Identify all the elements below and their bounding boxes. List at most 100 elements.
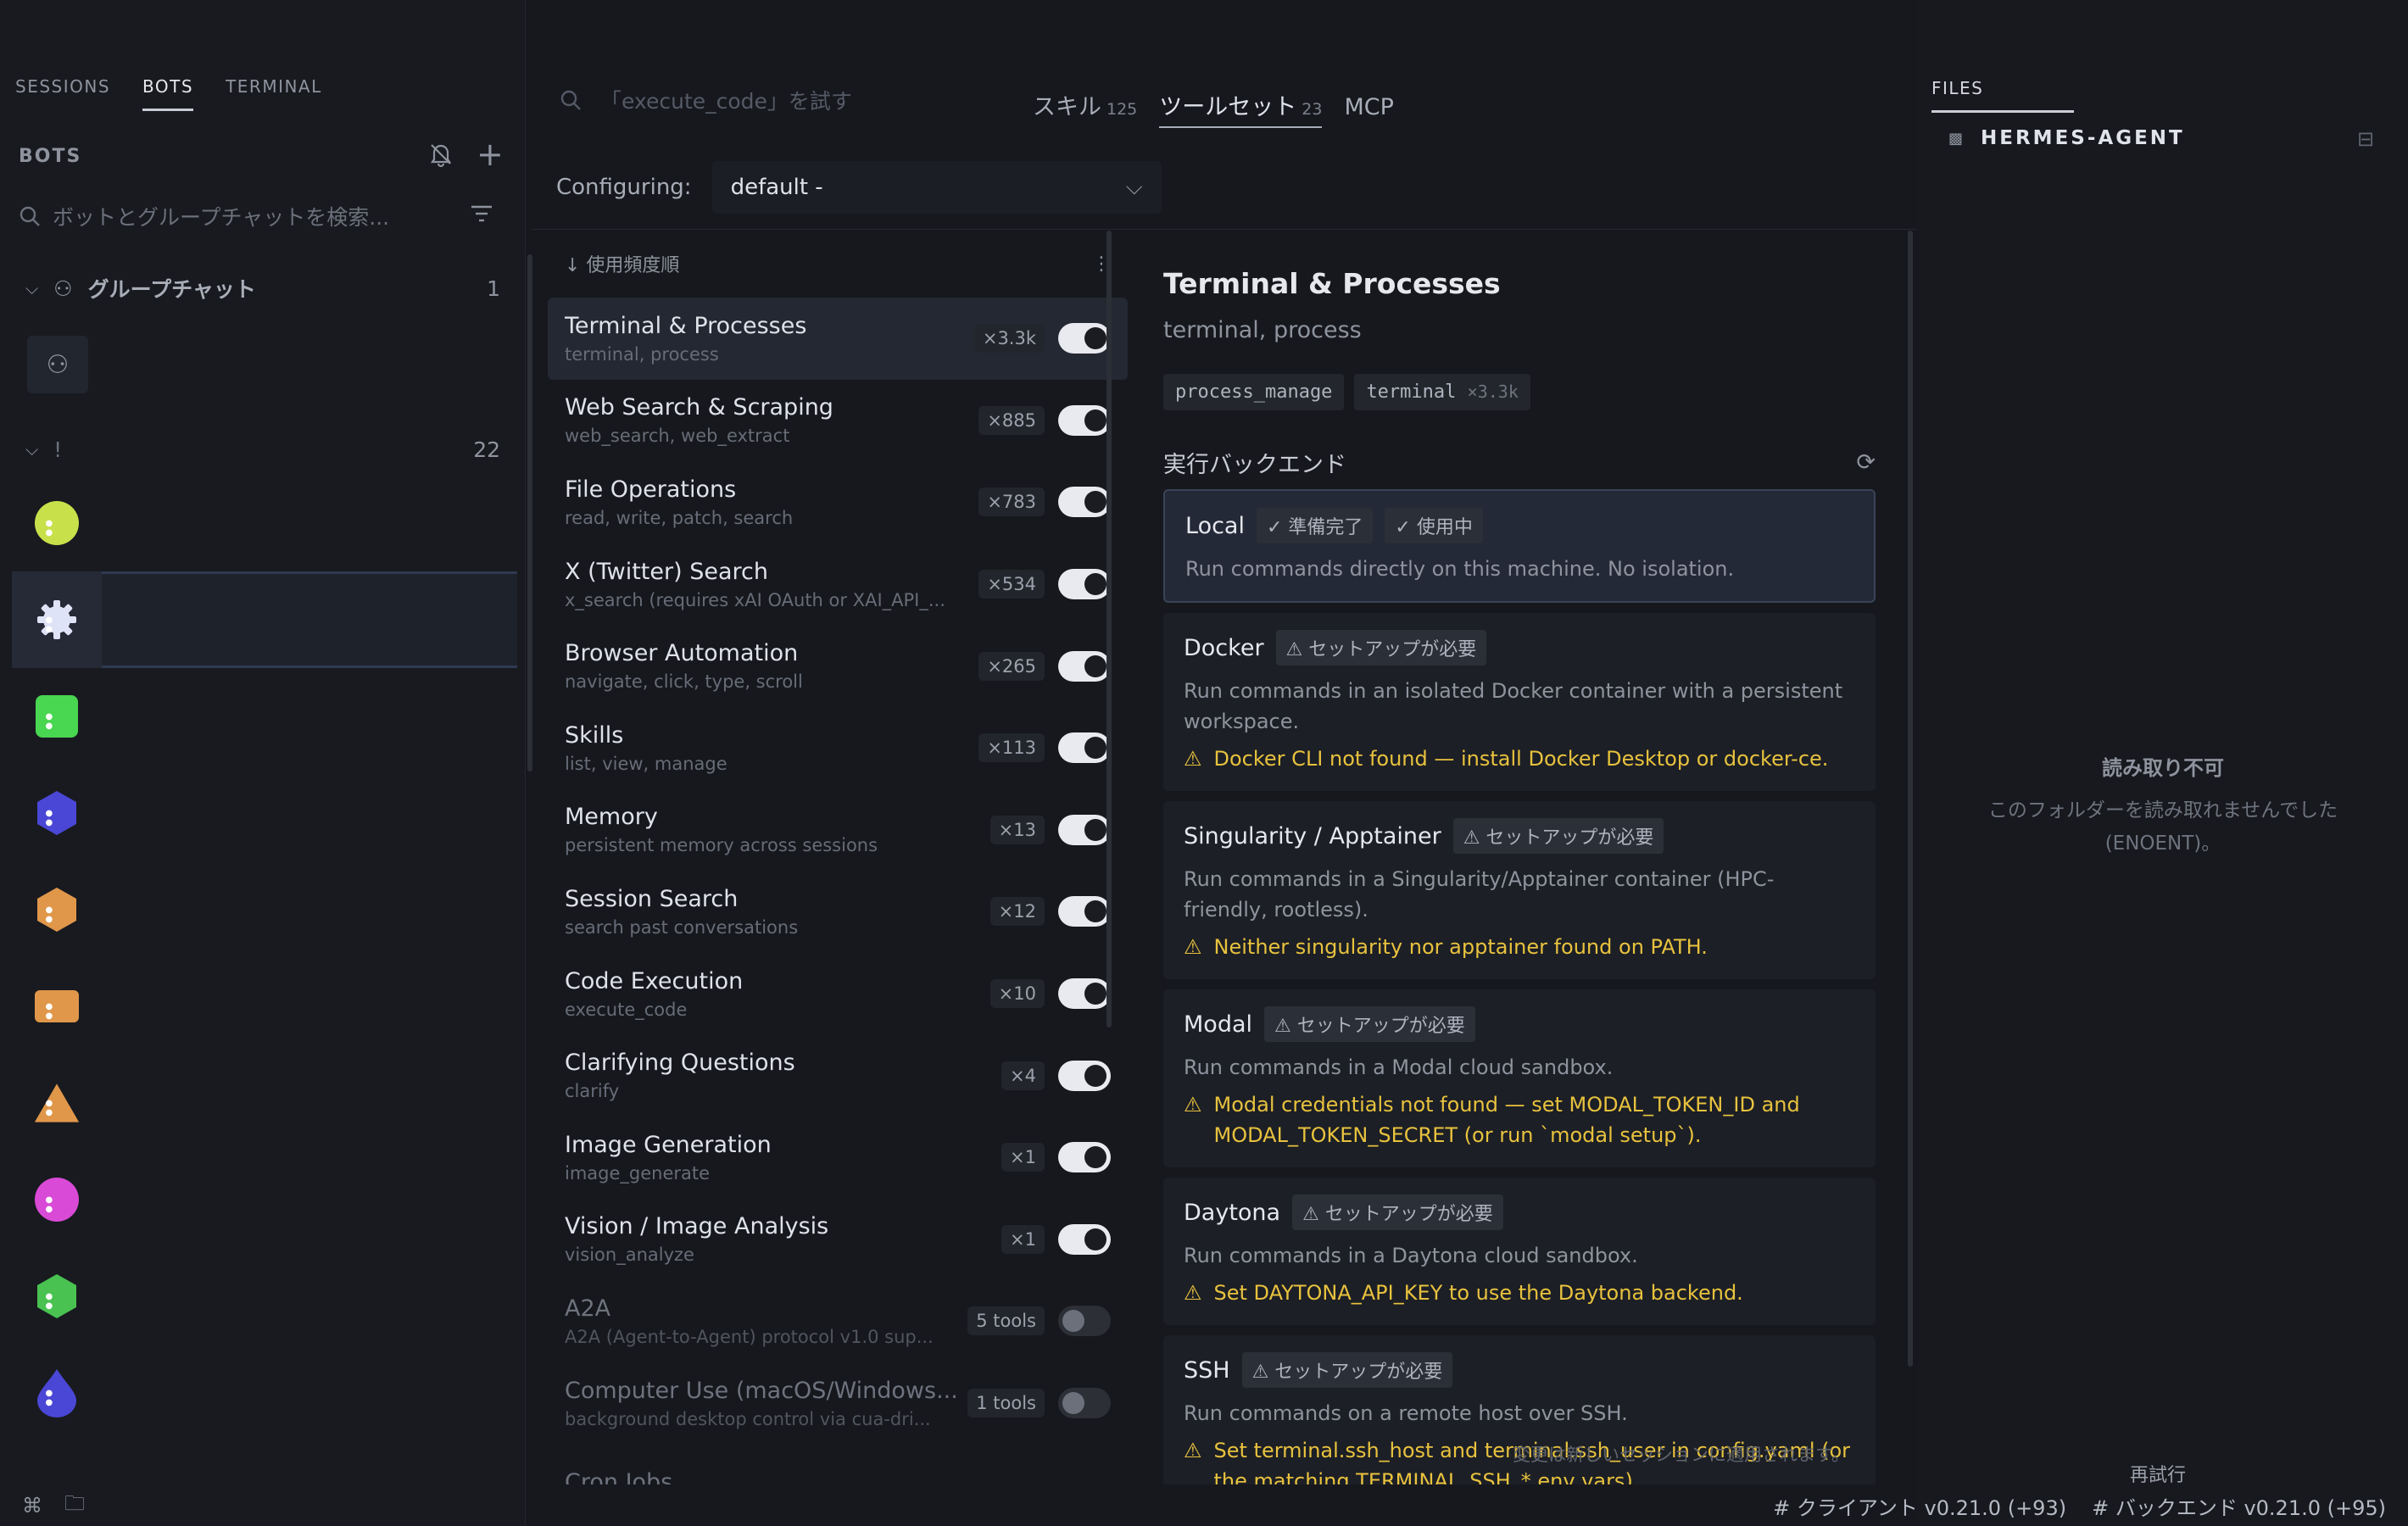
detail-scrollbar[interactable] [1908, 231, 1913, 1367]
bot-avatar[interactable]: ● ● [12, 765, 102, 861]
toolset-row[interactable]: X (Twitter) Search x_search (requires xA… [548, 543, 1128, 626]
backend-name: SSH [1184, 1356, 1230, 1384]
toolset-text: X (Twitter) Search x_search (requires xA… [565, 559, 970, 610]
bot-avatar[interactable]: ● ● [12, 958, 102, 1055]
hexagon-face-icon: ● ● [34, 790, 80, 836]
bot-avatar[interactable]: ● ● [12, 475, 102, 571]
tool-list-scrollbar[interactable] [1106, 231, 1112, 1028]
bot-avatar[interactable]: ● ● [12, 668, 102, 765]
toolset-row[interactable]: Cron Jobs [548, 1444, 1128, 1484]
toolset-row[interactable]: Terminal & Processes terminal, process ×… [548, 298, 1128, 380]
tab-bots[interactable]: BOTS [142, 76, 194, 111]
usage-badge: ×534 [978, 570, 1045, 599]
backend-description: Run commands in a Modal cloud sandbox. [1184, 1055, 1614, 1079]
toolset-toggle[interactable] [1058, 814, 1111, 845]
detail-title: Terminal & Processes [1163, 267, 1501, 300]
collapse-icon[interactable]: ⊟ [2357, 127, 2374, 151]
hexagon-face-icon: ● ● [34, 887, 80, 933]
toolset-row[interactable]: File Operations read, write, patch, sear… [548, 461, 1128, 543]
backend-version[interactable]: # バックエンド v0.21.0 (+95) [2092, 1491, 2386, 1521]
tab-files[interactable]: FILES [1931, 78, 2074, 113]
toolset-text: Terminal & Processes terminal, process [565, 313, 966, 365]
toolset-row[interactable]: Image Generation image_generate ×1 [548, 1117, 1128, 1199]
bot-avatar[interactable]: ● ● [12, 861, 102, 958]
backend-status-tag: ⚠ セットアップが必要 [1452, 818, 1664, 854]
bot-search[interactable]: ボットとグループチャットを検索... [19, 195, 493, 237]
backend-option[interactable]: Docker ⚠ セットアップが必要 Run commands in an iso… [1163, 613, 1876, 791]
toolset-row[interactable]: Skills list, view, manage ×113 [548, 707, 1128, 789]
tab-sessions[interactable]: SESSIONS [15, 76, 110, 111]
toolset-toggle[interactable] [1058, 1060, 1111, 1091]
toolset-text: Code Execution execute_code [565, 968, 982, 1020]
folder-icon[interactable]: 🗀 [64, 1489, 85, 1523]
bot-avatar[interactable]: ● ● [12, 1345, 102, 1441]
backend-option[interactable]: Daytona ⚠ セットアップが必要 Run commands in a Day… [1163, 1178, 1876, 1325]
tool-search[interactable]: 「execute_code」を試す [560, 85, 984, 115]
toolset-row[interactable]: Browser Automation navigate, click, type… [548, 625, 1128, 707]
toolset-text: File Operations read, write, patch, sear… [565, 476, 970, 528]
root-folder[interactable]: ▩ HERMES-AGENT [1948, 127, 2185, 149]
tab-skills[interactable]: スキル 125 [1033, 88, 1137, 126]
selected-bot-row[interactable] [102, 571, 517, 668]
toolset-toggle[interactable] [1058, 978, 1111, 1010]
toolset-toggle[interactable] [1058, 569, 1111, 600]
tool-search-input[interactable]: 「execute_code」を試す [600, 85, 852, 115]
toolset-toggle[interactable] [1058, 1306, 1111, 1337]
tool-chip[interactable]: terminal ×3.3k [1354, 374, 1530, 410]
client-version[interactable]: # クライアント v0.21.0 (+93) [1773, 1491, 2066, 1521]
backend-warning: ⚠ Neither singularity nor apptainer found… [1184, 932, 1855, 962]
toolset-name: Session Search [565, 885, 739, 912]
toolset-row[interactable]: Memory persistent memory across sessions… [548, 789, 1128, 872]
toolset-toggle[interactable] [1058, 1142, 1111, 1173]
backend-option[interactable]: Modal ⚠ セットアップが必要 Run commands in a Modal… [1163, 989, 1876, 1167]
square-face-icon: ● ● [34, 693, 80, 739]
tool-chip[interactable]: process_manage [1163, 374, 1345, 410]
bot-avatar[interactable]: ● ● [12, 1151, 102, 1248]
sort-row[interactable]: ↓ 使用頻度順 ⋮ [548, 230, 1128, 298]
toolset-row[interactable]: Clarifying Questions clarify ×4 [548, 1034, 1128, 1117]
backend-option[interactable]: Singularity / Apptainer ⚠ セットアップが必要 Run c… [1163, 801, 1876, 979]
backend-option[interactable]: Local ✓ 準備完了 ✓ 使用中 Run commands directly o… [1163, 489, 1876, 603]
warning-icon: ⚠ [1184, 1281, 1202, 1305]
group-chat-header[interactable]: ⌵ ⚇ グループチャット 1 [25, 271, 500, 305]
tab-terminal[interactable]: TERMINAL [226, 76, 322, 111]
mute-notifications-icon[interactable] [427, 141, 454, 174]
toolset-toggle[interactable] [1058, 1388, 1111, 1419]
toolset-row[interactable]: A2A A2A (Agent-to-Agent) protocol v1.0 s… [548, 1280, 1128, 1362]
toolset-toggle[interactable] [1058, 487, 1111, 518]
bot-search-input[interactable]: ボットとグループチャットを検索... [53, 201, 389, 231]
group-chat-avatar[interactable]: ⚇ [27, 336, 88, 393]
toolset-toggle[interactable] [1058, 732, 1111, 764]
refresh-icon[interactable]: ⟳ [1856, 449, 1876, 476]
bots-group-header[interactable]: ⌵ ! 22 [25, 432, 500, 466]
add-bot-icon[interactable]: + [477, 136, 504, 173]
toolset-toggle[interactable] [1058, 323, 1111, 354]
toolset-row[interactable]: Vision / Image Analysis vision_analyze ×… [548, 1199, 1128, 1281]
group-icon: ⚇ [53, 276, 73, 301]
toolset-toggle[interactable] [1058, 896, 1111, 927]
backend-header: Modal ⚠ セットアップが必要 [1184, 1006, 1855, 1042]
toolset-toggle[interactable] [1058, 650, 1111, 682]
backend-name: Singularity / Apptainer [1184, 822, 1441, 849]
toolset-toggle[interactable] [1058, 404, 1111, 436]
bot-avatar[interactable]: ● ● [12, 1055, 102, 1151]
toolset-row[interactable]: Code Execution execute_code ×10 [548, 953, 1128, 1035]
tab-toolsets[interactable]: ツールセット 23 [1159, 88, 1323, 128]
tab-mcp[interactable]: MCP [1344, 94, 1393, 125]
command-icon[interactable]: ⌘ [22, 1494, 42, 1518]
toolset-row[interactable]: Web Search & Scraping web_search, web_ex… [548, 380, 1128, 462]
bot-avatar[interactable]: ● ● [12, 1248, 102, 1345]
backend-name: Local [1185, 512, 1245, 539]
configuring-select[interactable]: default - ⌵ [711, 161, 1162, 214]
toolset-row[interactable]: Computer Use (macOS/Windows... backgroun… [548, 1362, 1128, 1445]
retry-button[interactable]: 再試行 [2130, 1460, 2186, 1487]
filter-icon[interactable] [470, 203, 493, 229]
toolset-row[interactable]: Session Search search past conversations… [548, 871, 1128, 953]
toolset-text: Image Generation image_generate [565, 1132, 993, 1183]
toolset-toggle[interactable] [1058, 1223, 1111, 1255]
usage-badge: ×13 [989, 815, 1045, 844]
backend-status-tag: ⚠ セットアップが必要 [1241, 1352, 1453, 1388]
bot-avatar[interactable]: ● ● [12, 571, 102, 668]
toolset-text: Computer Use (macOS/Windows... backgroun… [565, 1378, 959, 1429]
search-icon [20, 206, 40, 226]
